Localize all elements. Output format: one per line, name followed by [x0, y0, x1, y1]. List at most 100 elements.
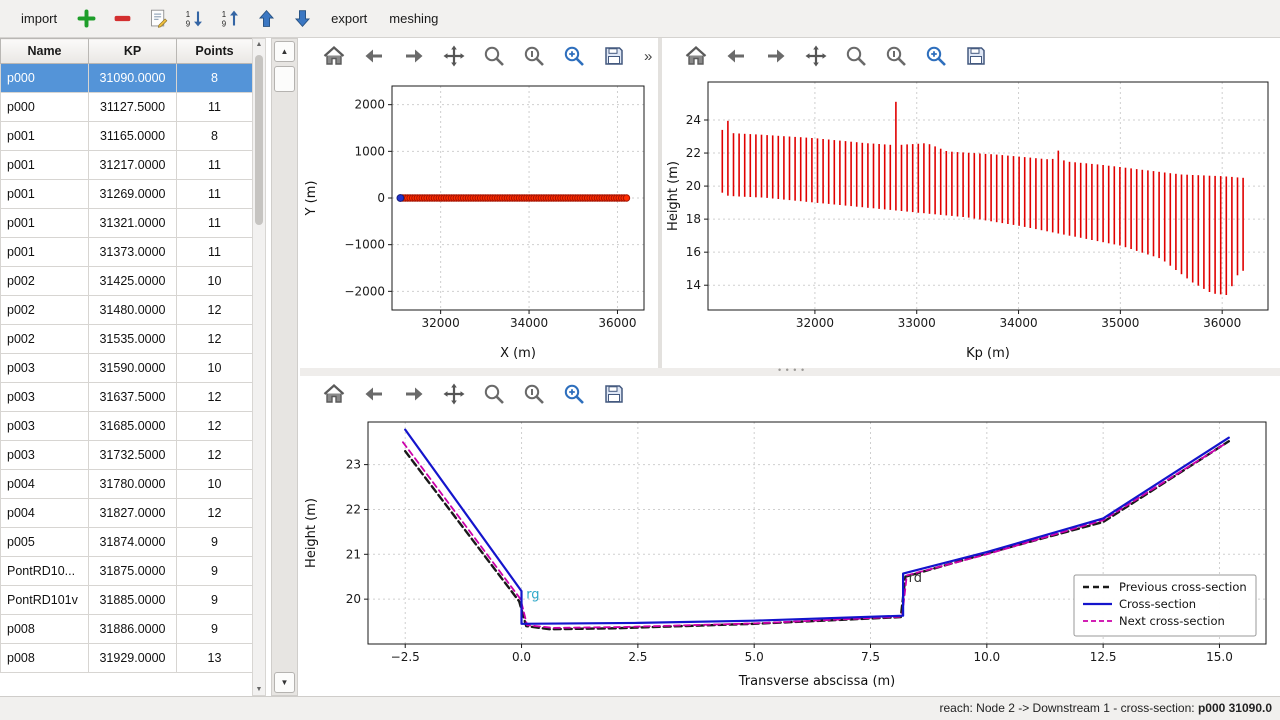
- cell-name[interactable]: PontRD10...: [1, 557, 89, 586]
- cross-section-chart[interactable]: −2.50.02.55.07.510.012.515.020212223Tran…: [300, 412, 1280, 696]
- table-row[interactable]: p00531874.00009: [1, 528, 253, 557]
- column-header-points[interactable]: Points: [177, 39, 253, 64]
- cell-name[interactable]: p004: [1, 499, 89, 528]
- scrollbar-thumb[interactable]: [274, 66, 295, 92]
- save-figure-button[interactable]: [962, 42, 990, 70]
- table-row[interactable]: p00231535.000012: [1, 325, 253, 354]
- cell-kp[interactable]: 31685.0000: [89, 412, 177, 441]
- zoom-button[interactable]: [842, 42, 870, 70]
- save-figure-button[interactable]: [600, 380, 628, 408]
- cell-kp[interactable]: 31732.5000: [89, 441, 177, 470]
- table-scrollbar[interactable]: ▲ ▼: [271, 38, 298, 696]
- meshing-button[interactable]: meshing: [382, 8, 445, 29]
- cell-name[interactable]: PontRD101v: [1, 586, 89, 615]
- zoom-button[interactable]: [480, 42, 508, 70]
- table-row[interactable]: p00431780.000010: [1, 470, 253, 499]
- table-row[interactable]: p00231425.000010: [1, 267, 253, 296]
- pan-button[interactable]: [440, 42, 468, 70]
- table-row[interactable]: p00131165.00008: [1, 122, 253, 151]
- sort-descending-button[interactable]: 19: [180, 5, 208, 33]
- table-row[interactable]: p00431827.000012: [1, 499, 253, 528]
- home-button[interactable]: [682, 42, 710, 70]
- axes-options-button[interactable]: [520, 380, 548, 408]
- zoom-rect-button[interactable]: [560, 380, 588, 408]
- home-button[interactable]: [320, 42, 348, 70]
- cell-name[interactable]: p001: [1, 209, 89, 238]
- table-row[interactable]: p00131321.000011: [1, 209, 253, 238]
- table-row[interactable]: p00131269.000011: [1, 180, 253, 209]
- cell-kp[interactable]: 31886.0000: [89, 615, 177, 644]
- cell-points[interactable]: 12: [177, 499, 253, 528]
- table-row[interactable]: p00231480.000012: [1, 296, 253, 325]
- column-header-kp[interactable]: KP: [89, 39, 177, 64]
- cell-points[interactable]: 12: [177, 296, 253, 325]
- cell-kp[interactable]: 31874.0000: [89, 528, 177, 557]
- cell-kp[interactable]: 31127.5000: [89, 93, 177, 122]
- cell-kp[interactable]: 31780.0000: [89, 470, 177, 499]
- cell-kp[interactable]: 31321.0000: [89, 209, 177, 238]
- cell-name[interactable]: p003: [1, 441, 89, 470]
- cell-points[interactable]: 12: [177, 412, 253, 441]
- inner-scrollbar[interactable]: ▲ ▼: [252, 38, 266, 696]
- export-button[interactable]: export: [324, 8, 374, 29]
- cell-name[interactable]: p002: [1, 296, 89, 325]
- move-up-button[interactable]: [252, 5, 280, 33]
- edit-cross-section-button[interactable]: [144, 5, 172, 33]
- inner-scrollbar-thumb[interactable]: [255, 55, 263, 225]
- cell-points[interactable]: 9: [177, 615, 253, 644]
- table-row[interactable]: p00831929.000013: [1, 644, 253, 673]
- table-row[interactable]: p00031127.500011: [1, 93, 253, 122]
- pan-button[interactable]: [802, 42, 830, 70]
- cell-kp[interactable]: 31090.0000: [89, 64, 177, 93]
- zoom-rect-button[interactable]: [922, 42, 950, 70]
- cell-name[interactable]: p003: [1, 412, 89, 441]
- add-cross-section-button[interactable]: [72, 5, 100, 33]
- cell-points[interactable]: 10: [177, 354, 253, 383]
- table-row[interactable]: p00331590.000010: [1, 354, 253, 383]
- scroll-down-icon[interactable]: ▼: [253, 686, 265, 693]
- cell-name[interactable]: p003: [1, 383, 89, 412]
- move-down-button[interactable]: [288, 5, 316, 33]
- cell-kp[interactable]: 31637.5000: [89, 383, 177, 412]
- zoom-button[interactable]: [480, 380, 508, 408]
- cell-name[interactable]: p008: [1, 615, 89, 644]
- cell-name[interactable]: p000: [1, 93, 89, 122]
- cell-kp[interactable]: 31425.0000: [89, 267, 177, 296]
- cell-kp[interactable]: 31373.0000: [89, 238, 177, 267]
- cell-name[interactable]: p001: [1, 238, 89, 267]
- plan-view-chart[interactable]: 320003400036000200010000−1000−2000X (m)Y…: [300, 74, 658, 368]
- home-button[interactable]: [320, 380, 348, 408]
- save-figure-button[interactable]: [600, 42, 628, 70]
- back-button[interactable]: [360, 42, 388, 70]
- cell-points[interactable]: 12: [177, 383, 253, 412]
- cell-name[interactable]: p001: [1, 180, 89, 209]
- table-row[interactable]: PontRD10...31875.00009: [1, 557, 253, 586]
- sort-ascending-button[interactable]: 19: [216, 5, 244, 33]
- cell-points[interactable]: 10: [177, 267, 253, 296]
- cell-name[interactable]: p001: [1, 122, 89, 151]
- cell-points[interactable]: 11: [177, 93, 253, 122]
- cell-kp[interactable]: 31827.0000: [89, 499, 177, 528]
- cell-name[interactable]: p001: [1, 151, 89, 180]
- cell-points[interactable]: 9: [177, 528, 253, 557]
- cell-kp[interactable]: 31929.0000: [89, 644, 177, 673]
- forward-button[interactable]: [762, 42, 790, 70]
- cell-kp[interactable]: 31885.0000: [89, 586, 177, 615]
- forward-button[interactable]: [400, 42, 428, 70]
- scroll-up-icon[interactable]: ▲: [253, 41, 265, 48]
- table-row[interactable]: p00131217.000011: [1, 151, 253, 180]
- table-row[interactable]: p00331685.000012: [1, 412, 253, 441]
- back-button[interactable]: [360, 380, 388, 408]
- cell-points[interactable]: 11: [177, 151, 253, 180]
- cell-points[interactable]: 12: [177, 325, 253, 354]
- back-button[interactable]: [722, 42, 750, 70]
- table-row[interactable]: p00331732.500012: [1, 441, 253, 470]
- cell-kp[interactable]: 31875.0000: [89, 557, 177, 586]
- remove-cross-section-button[interactable]: [108, 5, 136, 33]
- cell-points[interactable]: 13: [177, 644, 253, 673]
- cell-kp[interactable]: 31217.0000: [89, 151, 177, 180]
- table-row[interactable]: p00031090.00008: [1, 64, 253, 93]
- cell-name[interactable]: p000: [1, 64, 89, 93]
- cell-points[interactable]: 11: [177, 238, 253, 267]
- cell-kp[interactable]: 31480.0000: [89, 296, 177, 325]
